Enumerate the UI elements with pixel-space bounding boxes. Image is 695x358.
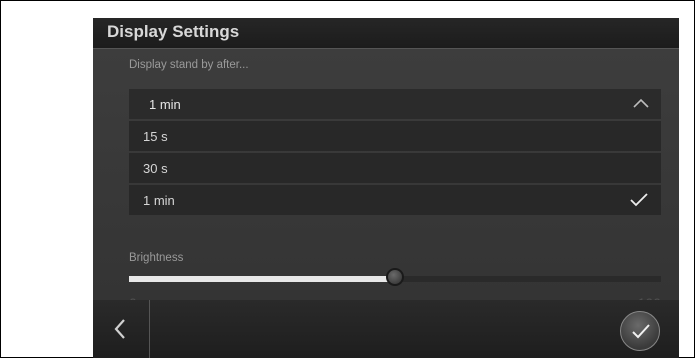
chevron-left-icon xyxy=(114,319,125,339)
option-label: 1 min xyxy=(143,193,175,208)
device-screen: Display Settings Display stand by after.… xyxy=(93,18,679,358)
checkmark-icon xyxy=(629,192,649,208)
footer-bar xyxy=(93,300,679,358)
checkmark-icon xyxy=(632,324,650,339)
brightness-slider-fill xyxy=(129,276,395,282)
page-title: Display Settings xyxy=(107,22,240,41)
standby-label: Display stand by after... xyxy=(129,59,249,71)
brightness-label: Brightness xyxy=(129,252,184,264)
standby-dropdown[interactable]: 1 min xyxy=(129,89,661,119)
standby-selected-value: 1 min xyxy=(149,97,181,112)
brightness-slider-thumb[interactable] xyxy=(386,268,404,286)
standby-option-30s[interactable]: 30 s xyxy=(129,153,661,183)
standby-option-15s[interactable]: 15 s xyxy=(129,121,661,151)
option-label: 15 s xyxy=(143,129,168,144)
standby-option-1min[interactable]: 1 min xyxy=(129,185,661,215)
standby-options-list: 15 s 30 s 1 min xyxy=(129,121,661,217)
settings-panel: Display stand by after... 1 min 15 s 30 … xyxy=(93,49,679,311)
footer-divider xyxy=(149,300,150,358)
back-button[interactable] xyxy=(93,300,149,358)
header-bar: Display Settings xyxy=(93,18,679,49)
confirm-button[interactable] xyxy=(620,311,660,351)
chevron-up-icon xyxy=(631,96,651,110)
option-label: 30 s xyxy=(143,161,168,176)
